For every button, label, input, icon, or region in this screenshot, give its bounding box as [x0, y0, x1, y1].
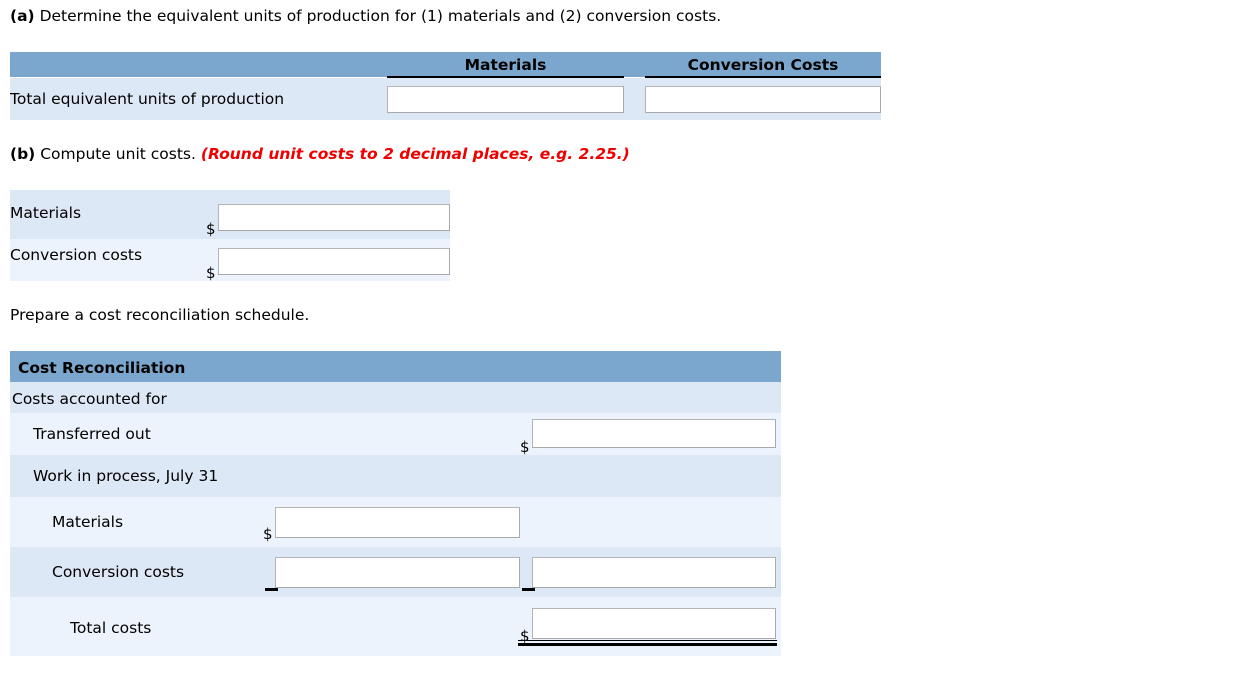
- part-b-prompt: (b) Compute unit costs. (Round unit cost…: [10, 144, 630, 164]
- dollar-sign: $: [206, 220, 216, 238]
- row-label-total-equivalent-units: Total equivalent units of production: [10, 90, 285, 108]
- wip-conversion-input[interactable]: [275, 557, 520, 588]
- cost-reconciliation-title-band: Cost Reconciliation: [10, 351, 781, 382]
- part-a-prompt-text: Determine the equivalent units of produc…: [39, 7, 722, 25]
- dollar-sign: $: [263, 525, 273, 543]
- row-label-wip-conversion: Conversion costs: [52, 563, 185, 581]
- column-header-conversion-costs: Conversion Costs: [687, 56, 839, 74]
- table-row: Work in process, July 31: [10, 455, 781, 497]
- part-b-marker: (b): [10, 145, 36, 163]
- wip-conversion-second-input[interactable]: [532, 557, 776, 588]
- part-a-prompt: (a) Determine the equivalent units of pr…: [10, 6, 721, 26]
- unit-costs-label-materials: Materials: [10, 204, 82, 222]
- subtotal-dash: [522, 588, 535, 591]
- dollar-sign: $: [206, 264, 216, 282]
- equivalent-units-table: Materials Conversion Costs Total equival…: [10, 52, 881, 120]
- dollar-sign: $: [520, 627, 530, 645]
- unit-costs-top-strip: [10, 190, 450, 198]
- transferred-out-input[interactable]: [532, 419, 776, 448]
- wip-materials-input[interactable]: [275, 507, 520, 538]
- total-costs-input[interactable]: [532, 608, 776, 639]
- part-c-prompt: Prepare a cost reconciliation schedule.: [10, 306, 310, 324]
- row-label-transferred-out: Transferred out: [33, 425, 151, 443]
- total-equivalent-units-materials-input[interactable]: [387, 86, 624, 113]
- unit-cost-conversion-input[interactable]: [218, 248, 450, 275]
- column-header-materials: Materials: [464, 56, 547, 74]
- unit-cost-materials-input[interactable]: [218, 204, 450, 231]
- row-label-work-in-process: Work in process, July 31: [33, 467, 219, 485]
- row-label-costs-accounted-for: Costs accounted for: [12, 390, 167, 408]
- total-equivalent-units-conversion-input[interactable]: [645, 86, 881, 113]
- part-b-rounding-note: (Round unit costs to 2 decimal places, e…: [200, 145, 630, 163]
- part-a-marker: (a): [10, 7, 35, 25]
- unit-costs-table: Materials $ Conversion costs $: [10, 190, 450, 281]
- dollar-sign: $: [520, 438, 530, 456]
- total-costs-rule-thin: [518, 640, 777, 641]
- row-label-total-costs: Total costs: [70, 619, 152, 637]
- unit-costs-label-conversion: Conversion costs: [10, 246, 143, 264]
- part-b-prompt-text: Compute unit costs.: [40, 145, 196, 163]
- total-costs-rule-heavy: [518, 643, 777, 646]
- table-row: Costs accounted for: [10, 382, 781, 413]
- cost-reconciliation-table: Cost Reconciliation Costs accounted for …: [10, 351, 781, 656]
- row-label-wip-materials: Materials: [52, 513, 124, 531]
- cost-reconciliation-title: Cost Reconciliation: [18, 359, 186, 377]
- subtotal-dash: [265, 588, 278, 591]
